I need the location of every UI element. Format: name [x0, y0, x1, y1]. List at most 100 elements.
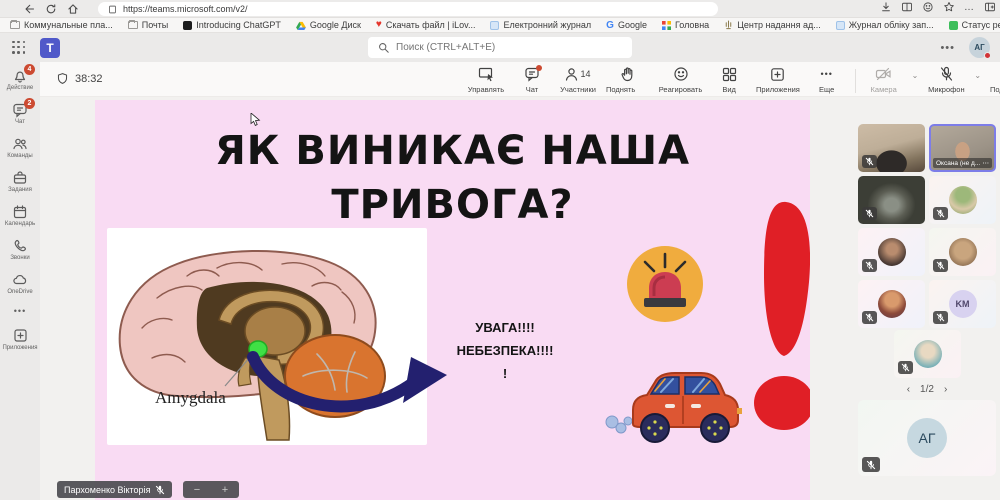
search-bar[interactable] [368, 37, 632, 58]
chat-notification-dot [536, 65, 542, 71]
waffle-menu-icon[interactable] [12, 41, 26, 55]
bookmark-item[interactable]: Електронний журнал [490, 20, 591, 30]
profile-avatar[interactable]: АГ [969, 37, 990, 58]
mic-button[interactable]: Микрофон [928, 65, 964, 94]
raise-hand-icon [620, 65, 635, 83]
participant-avatar-tile[interactable] [929, 228, 996, 276]
mic-off-badge [862, 457, 880, 472]
address-bar[interactable]: https://teams.microsoft.com/v2/ [98, 2, 718, 16]
pager-prev-icon[interactable]: ‹ [907, 384, 910, 395]
meeting-timer: 38:32 [56, 72, 103, 85]
pager-label: 1/2 [920, 384, 934, 395]
chatgpt-icon [183, 21, 192, 30]
mic-off-icon [939, 65, 954, 83]
siren-icon [627, 246, 703, 322]
mic-off-badge [933, 259, 948, 272]
teams-logo-icon[interactable]: T [40, 38, 60, 58]
briefcase-icon [12, 170, 28, 186]
heart-icon: ♥ [376, 20, 382, 30]
participant-avatar [878, 238, 906, 266]
participants-button[interactable]: 14 Участники [560, 65, 596, 94]
rail-item-activity[interactable]: 4 Действие [0, 62, 40, 96]
self-video-tile[interactable]: АГ [858, 400, 996, 476]
zoom-in-button[interactable]: + [222, 484, 228, 496]
apps-button[interactable]: Приложения [757, 65, 799, 94]
search-input[interactable] [396, 42, 596, 53]
exclamation-mark-graphic [753, 198, 810, 434]
participant-avatar-tile[interactable] [929, 176, 996, 224]
manage-screen-icon [478, 65, 495, 83]
self-initials-avatar: АГ [907, 418, 947, 458]
refresh-icon[interactable] [40, 1, 62, 17]
people-icon [12, 136, 28, 152]
rail-item-teams[interactable]: Команды [0, 130, 40, 164]
shared-presentation-slide: ЯК ВИНИКАЄ НАША ТРИВОГА? [95, 100, 810, 500]
browser-toolbar: https://teams.microsoft.com/v2/ … [0, 0, 1000, 18]
rail-item-more[interactable]: ••• [0, 300, 40, 322]
page-icon [108, 5, 117, 14]
rail-item-onedrive[interactable]: OneDrive [0, 266, 40, 300]
view-button[interactable]: Вид [711, 65, 747, 94]
camera-chevron-icon[interactable]: ⌄ [912, 71, 919, 80]
zoom-controls[interactable]: − + [183, 481, 239, 498]
manage-button[interactable]: Управлять [468, 65, 504, 94]
camera-button[interactable]: Камера [866, 65, 902, 94]
slide-title-line2: ТРИВОГА? [95, 182, 810, 228]
presenter-name-tag: Пархоменко Вікторія [57, 481, 172, 498]
download-icon[interactable] [880, 1, 892, 13]
participant-avatar-tile[interactable] [894, 330, 961, 378]
bookmark-item[interactable]: Google Диск [296, 20, 361, 30]
rail-item-apps[interactable]: Приложения [0, 322, 40, 356]
bookmark-item[interactable]: Почты [128, 20, 169, 30]
participant-video-tile[interactable] [858, 176, 925, 224]
participant-avatar-tile[interactable] [858, 228, 925, 276]
bookmark-item[interactable]: Головна [662, 20, 709, 30]
zoom-out-button[interactable]: − [194, 484, 200, 496]
mic-off-badge [862, 259, 877, 272]
rail-item-assignments[interactable]: Задания [0, 164, 40, 198]
feedback-smiley-icon[interactable] [922, 1, 934, 13]
active-speaker-tile[interactable]: Оксана (не д... ⋯ [929, 124, 996, 172]
mic-off-icon [155, 485, 165, 495]
favorites-star-icon[interactable] [943, 1, 955, 13]
bookmark-item[interactable]: Центр надання ад... [724, 20, 821, 30]
bookmark-item[interactable]: Журнал обліку зап... [836, 20, 934, 30]
chat-badge: 2 [24, 98, 35, 109]
back-icon[interactable] [18, 1, 40, 17]
amygdala-label: Amygdala [155, 388, 226, 408]
bookmark-item[interactable]: GGoogle [606, 20, 647, 31]
participant-avatar-tile[interactable]: KM [929, 280, 996, 328]
bookmark-item[interactable]: ♥Скачать файл | iLov... [376, 20, 476, 30]
rail-item-calendar[interactable]: Календарь [0, 198, 40, 232]
participant-avatar-tile[interactable] [858, 280, 925, 328]
bookmark-item[interactable]: Статус рейсу [949, 20, 1000, 30]
share-button[interactable]: ↑ Поделиться [991, 65, 1000, 94]
mic-off-badge [898, 361, 913, 374]
bookmarks-bar: Коммунальные пла... Почты Introducing Ch… [0, 18, 1000, 33]
bookmark-item[interactable]: Introducing ChatGPT [183, 20, 281, 30]
rail-more-dots-icon: ••• [14, 306, 26, 316]
google-g-icon: G [606, 20, 614, 31]
rail-item-calls[interactable]: Звонки [0, 232, 40, 266]
apps-plus-icon [770, 65, 785, 83]
cloud-icon [12, 272, 28, 288]
app-rail: 4 Действие 2 Чат Команды Задания Календа… [0, 62, 40, 500]
presence-dot [984, 52, 991, 59]
pager-next-icon[interactable]: › [944, 384, 947, 395]
mic-chevron-icon[interactable]: ⌄ [974, 71, 981, 80]
browser-more-icon[interactable]: … [964, 2, 975, 13]
emblem-icon [724, 20, 733, 30]
chat-button[interactable]: Чат [514, 65, 550, 94]
split-tabs-icon[interactable] [901, 1, 913, 13]
header-more-icon[interactable]: ••• [940, 42, 955, 54]
rail-item-chat[interactable]: 2 Чат [0, 96, 40, 130]
participant-avatar [949, 186, 977, 214]
mouse-cursor-icon [250, 113, 261, 126]
react-button[interactable]: Реагировать [660, 65, 701, 94]
bookmark-item[interactable]: Коммунальные пла... [10, 20, 113, 30]
participant-video-tile[interactable] [858, 124, 925, 172]
more-button[interactable]: ••• Еще [809, 65, 845, 94]
home-icon[interactable] [62, 1, 84, 17]
tile-menu-dots-icon[interactable]: ⋯ [983, 159, 990, 167]
sidebar-panel-icon[interactable] [984, 1, 996, 13]
